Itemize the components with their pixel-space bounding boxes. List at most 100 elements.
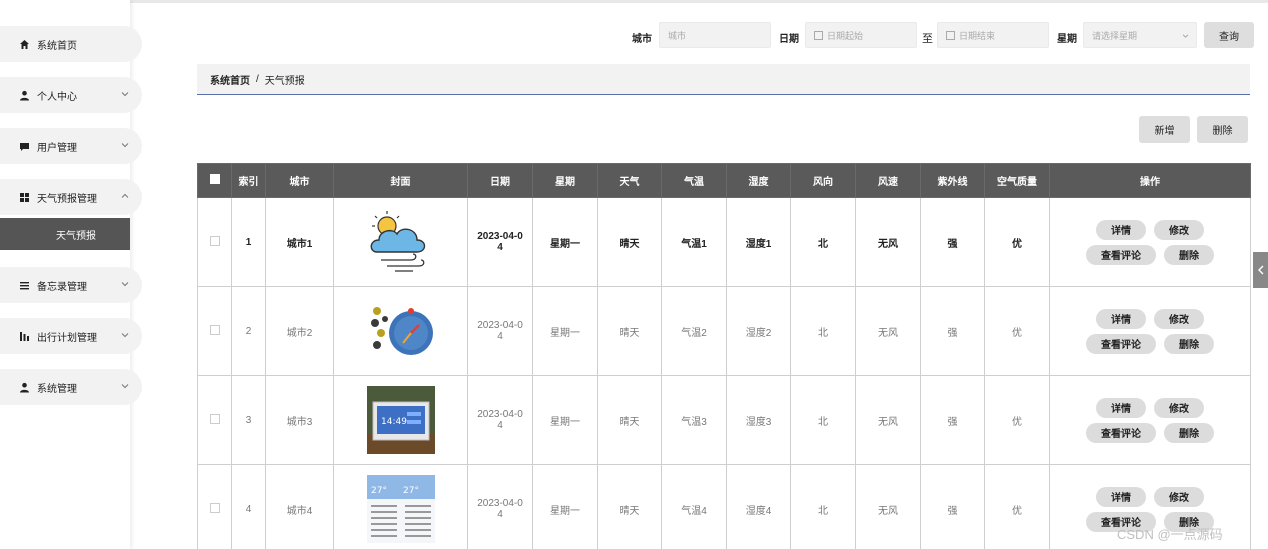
humidity-cell: 湿度4 <box>726 464 791 549</box>
sidebar-item-label: 备忘录管理 <box>37 281 87 293</box>
temp-cell: 气温1 <box>661 197 727 287</box>
date-end-input[interactable]: 日期结束 <box>937 22 1049 48</box>
breadcrumb-home[interactable]: 系统首页 <box>210 72 250 87</box>
query-button[interactable]: 查询 <box>1204 22 1254 48</box>
select-all-checkbox[interactable] <box>209 174 220 184</box>
delete-button[interactable]: 删除 <box>1197 116 1248 143</box>
date-start-placeholder: 日期起始 <box>827 30 864 41</box>
detail-button[interactable]: 详情 <box>1096 486 1146 507</box>
station-time-text: 14:49 <box>381 417 407 427</box>
weather-gauge-image <box>366 297 435 365</box>
row-delete-button[interactable]: 删除 <box>1164 333 1214 354</box>
sidebar-item-home[interactable]: 系统首页 <box>0 26 142 62</box>
list-icon <box>18 279 30 291</box>
chat-icon <box>18 140 30 152</box>
city-input[interactable]: 城市 <box>659 22 771 48</box>
row-select-cell[interactable] <box>197 197 232 287</box>
side-collapse-handle[interactable] <box>1253 252 1268 288</box>
week-cell: 星期一 <box>532 375 598 465</box>
column-header: 星期 <box>532 163 598 198</box>
detail-button[interactable]: 详情 <box>1096 308 1146 329</box>
sidebar-item-label: 系统首页 <box>37 40 77 52</box>
index-cell: 1 <box>231 197 266 287</box>
row-checkbox[interactable] <box>209 235 220 246</box>
column-header: 索引 <box>231 163 266 198</box>
index-cell: 3 <box>231 375 266 465</box>
row-checkbox[interactable] <box>209 324 220 335</box>
sidebar-item-system[interactable]: 系统管理 <box>0 369 142 405</box>
city-placeholder: 城市 <box>668 30 687 41</box>
date-cell: 2023-04-0 4 <box>467 464 533 549</box>
row-delete-button[interactable]: 删除 <box>1164 422 1214 443</box>
sidebar-item-travel[interactable]: 出行计划管理 <box>0 318 142 354</box>
row-delete-button[interactable]: 删除 <box>1164 244 1214 265</box>
index-cell: 4 <box>231 464 266 549</box>
date-start-input[interactable]: 日期起始 <box>805 22 917 48</box>
uv-cell: 强 <box>920 464 985 549</box>
date-cell: 2023-04-0 4 <box>467 286 533 376</box>
edit-button[interactable]: 修改 <box>1154 486 1204 507</box>
chevron-down-icon <box>121 92 129 97</box>
chevron-down-icon <box>121 333 129 338</box>
cloud-sun-wind-image <box>370 211 425 272</box>
wind-dir-cell: 北 <box>790 464 856 549</box>
edit-button[interactable]: 修改 <box>1154 308 1204 329</box>
ops-cell: 详情 修改 查看评论 删除 <box>1049 286 1251 376</box>
wind-speed-cell: 无风 <box>855 464 921 549</box>
sidebar-item-users[interactable]: 用户管理 <box>0 128 142 164</box>
chevron-up-icon <box>121 193 129 198</box>
row-checkbox[interactable] <box>209 413 220 424</box>
weather-cell: 晴天 <box>597 197 662 287</box>
person-icon <box>18 381 30 393</box>
temp-cell: 气温4 <box>661 464 727 549</box>
app-temp-left: 27° <box>371 486 387 496</box>
weather-cell: 晴天 <box>597 464 662 549</box>
chevron-down-icon <box>121 143 129 148</box>
weather-cell: 晴天 <box>597 375 662 465</box>
add-button[interactable]: 新增 <box>1139 116 1190 143</box>
table-row: 4 城市4 27° 27° 2023-04-0 4 星期一 晴天 气温4 湿度4… <box>197 464 1251 549</box>
date-end-placeholder: 日期结束 <box>959 30 996 41</box>
humidity-cell: 湿度2 <box>726 286 791 376</box>
row-select-cell[interactable] <box>197 286 232 376</box>
date-text-wrap: 4 <box>497 509 503 520</box>
detail-button[interactable]: 详情 <box>1096 397 1146 418</box>
sidebar-item-memo[interactable]: 备忘录管理 <box>0 267 142 303</box>
uv-cell: 强 <box>920 375 985 465</box>
week-cell: 星期一 <box>532 464 598 549</box>
row-select-cell[interactable] <box>197 464 232 549</box>
chevron-down-icon <box>121 384 129 389</box>
weather-app-image: 27° 27° <box>366 475 435 543</box>
uv-cell: 强 <box>920 197 985 287</box>
chevron-left-icon <box>1257 265 1263 275</box>
view-comments-button[interactable]: 查看评论 <box>1086 333 1156 354</box>
home-icon <box>18 38 30 50</box>
row-select-cell[interactable] <box>197 375 232 465</box>
sidebar-item-label: 天气预报管理 <box>37 193 97 205</box>
week-select[interactable]: 请选择星期 <box>1083 22 1197 48</box>
edit-button[interactable]: 修改 <box>1154 219 1204 240</box>
view-comments-button[interactable]: 查看评论 <box>1086 244 1156 265</box>
date-cell: 2023-04-0 4 <box>467 375 533 465</box>
sidebar-item-label: 个人中心 <box>37 91 77 103</box>
person-icon <box>18 89 30 101</box>
sidebar-subitem-weather[interactable]: 天气预报 <box>0 218 130 250</box>
select-all-cell[interactable] <box>197 163 232 198</box>
date-to-label: 至 <box>922 33 933 45</box>
index-cell: 2 <box>231 286 266 376</box>
week-placeholder: 请选择星期 <box>1092 30 1138 41</box>
sidebar-item-weather-manage[interactable]: 天气预报管理 <box>0 179 142 215</box>
wind-speed-cell: 无风 <box>855 197 921 287</box>
detail-button[interactable]: 详情 <box>1096 219 1146 240</box>
view-comments-button[interactable]: 查看评论 <box>1086 422 1156 443</box>
wind-dir-cell: 北 <box>790 197 856 287</box>
edit-button[interactable]: 修改 <box>1154 397 1204 418</box>
column-header: 紫外线 <box>920 163 985 198</box>
temp-cell: 气温3 <box>661 375 727 465</box>
sidebar-item-personal[interactable]: 个人中心 <box>0 77 142 113</box>
cover-cell: 14:49 <box>333 375 468 465</box>
watermark: CSDN @一点源码 <box>1117 527 1223 542</box>
row-checkbox[interactable] <box>209 502 220 513</box>
date-text: 2023-04-0 <box>477 320 523 331</box>
weather-cell: 晴天 <box>597 286 662 376</box>
